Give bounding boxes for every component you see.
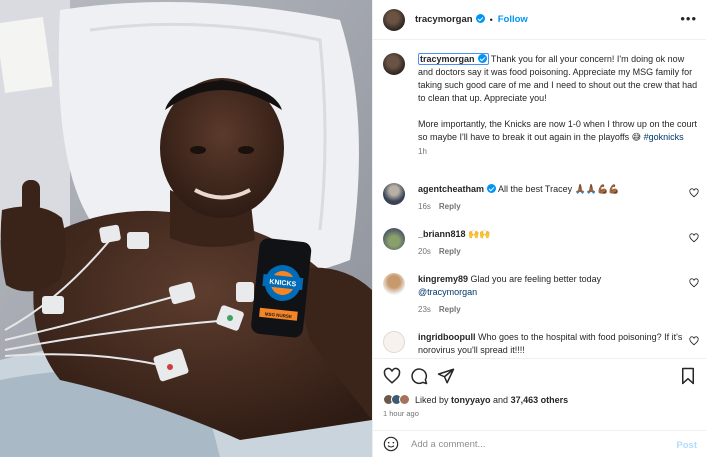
caption: tracymorgan Thank you for all your conce…: [383, 53, 699, 156]
comment-time[interactable]: 23s: [418, 305, 431, 314]
add-comment-input[interactable]: [411, 438, 661, 450]
post-modal: KNICKS MSG NURSE tracymorgan • Follow ••…: [0, 0, 706, 457]
likes-prefix: Liked by: [415, 394, 452, 405]
comment-username[interactable]: ingridboopull: [418, 332, 476, 342]
heart-icon[interactable]: [383, 367, 401, 385]
comment-text: Glad you are feeling better today: [470, 274, 602, 284]
comment-icon[interactable]: [410, 367, 428, 385]
comment-item: agentcheatham All the best Tracey 🙏🏾🙏🏾💪🏾…: [383, 183, 699, 211]
verified-icon: [475, 14, 485, 23]
verified-icon: [477, 54, 487, 63]
comment-avatar[interactable]: [383, 228, 405, 250]
heart-icon[interactable]: [689, 188, 699, 198]
comment-time[interactable]: 16s: [418, 202, 431, 211]
follow-button[interactable]: Follow: [498, 14, 528, 25]
comment-text: All the best Tracey 🙏🏾🙏🏾💪🏾💪🏾: [498, 184, 620, 194]
more-icon[interactable]: •••: [680, 12, 697, 25]
post-time[interactable]: 1 hour ago: [383, 409, 419, 418]
likes-summary[interactable]: Liked by tonyyayo and 37,463 others: [383, 394, 568, 405]
comment-username[interactable]: kingremy89: [418, 274, 468, 284]
post-sidebar: tracymorgan • Follow ••• tracymorgan Tha…: [372, 0, 706, 457]
likes-user[interactable]: tonyyayo: [451, 395, 491, 405]
emoji-icon[interactable]: [383, 436, 399, 452]
caption-time[interactable]: 1h: [418, 147, 427, 156]
comment-item: kingremy89 Glad you are feeling better t…: [383, 273, 699, 314]
likes-mid: and: [490, 394, 511, 405]
comment-text: 🙌🙌: [468, 229, 491, 239]
comment-username[interactable]: agentcheatham: [418, 184, 497, 194]
comment-avatar[interactable]: [383, 183, 405, 205]
reply-button[interactable]: Reply: [439, 247, 461, 256]
post-photo[interactable]: KNICKS MSG NURSE: [0, 0, 372, 457]
comment-item: ingridboopull Who goes to the hospital w…: [383, 331, 699, 355]
comments-list[interactable]: tracymorgan Thank you for all your conce…: [373, 41, 706, 355]
bookmark-icon[interactable]: [679, 367, 697, 385]
share-icon[interactable]: [437, 367, 455, 385]
heart-icon[interactable]: [689, 233, 699, 243]
header-separator: •: [489, 14, 493, 25]
hospital-photo: KNICKS MSG NURSE: [0, 0, 372, 457]
comment-username[interactable]: _briann818: [418, 229, 466, 239]
action-bar: [373, 358, 706, 388]
reply-button[interactable]: Reply: [439, 202, 461, 211]
likes-count[interactable]: 37,463 others: [511, 395, 569, 405]
comment-item: _briann818 🙌🙌 20s Reply: [383, 228, 699, 256]
comment-time[interactable]: 20s: [418, 247, 431, 256]
comment-avatar[interactable]: [383, 331, 405, 353]
comment-avatar[interactable]: [383, 273, 405, 295]
add-comment-bar: Post: [373, 430, 706, 457]
comment-mention[interactable]: @tracymorgan: [418, 287, 477, 297]
heart-icon[interactable]: [689, 336, 699, 346]
post-comment-button[interactable]: Post: [676, 440, 697, 451]
caption-avatar[interactable]: [383, 53, 405, 75]
author-username[interactable]: tracymorgan: [415, 14, 485, 25]
heart-icon[interactable]: [689, 278, 699, 288]
caption-username[interactable]: tracymorgan: [418, 53, 489, 65]
reply-button[interactable]: Reply: [439, 305, 461, 314]
liker-avatar: [399, 394, 410, 405]
verified-icon: [487, 184, 497, 193]
post-header: tracymorgan • Follow •••: [373, 0, 706, 40]
caption-hashtag[interactable]: #goknicks: [644, 132, 684, 142]
author-avatar[interactable]: [383, 8, 405, 31]
